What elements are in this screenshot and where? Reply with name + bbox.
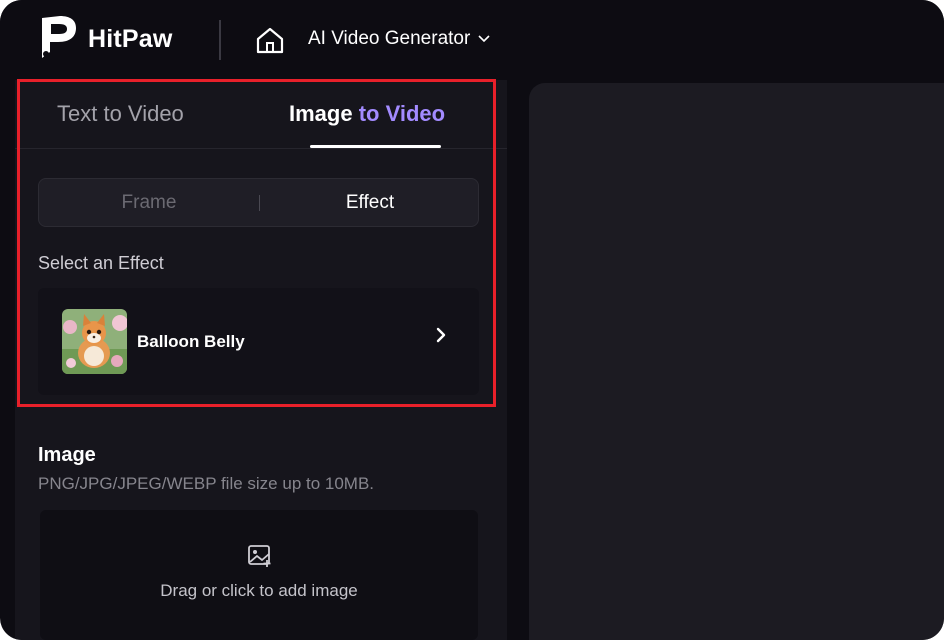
effect-selector-card[interactable]: Balloon Belly bbox=[38, 288, 479, 395]
app-selector-label: AI Video Generator bbox=[308, 28, 471, 49]
mode-effect-button[interactable]: Effect bbox=[260, 179, 480, 226]
select-effect-label: Select an Effect bbox=[38, 253, 164, 273]
tab-image-to-video-label-1: Image bbox=[289, 101, 353, 126]
image-section-title: Image bbox=[38, 444, 96, 466]
app-window: HitPaw AI Video Generator Text to Video … bbox=[0, 0, 944, 640]
mode-segmented-control: Frame Effect bbox=[38, 178, 479, 227]
top-bar: HitPaw AI Video Generator bbox=[0, 0, 944, 80]
upload-instruction: Drag or click to add image bbox=[160, 581, 358, 600]
header-divider bbox=[219, 20, 221, 60]
tab-image-to-video-label-2: to Video bbox=[358, 101, 446, 126]
brand-name: HitPaw bbox=[88, 25, 173, 53]
chevron-right-icon bbox=[436, 327, 446, 343]
mode-frame-button[interactable]: Frame bbox=[39, 179, 259, 226]
home-icon[interactable] bbox=[255, 26, 285, 54]
image-format-hint: PNG/JPG/JPEG/WEBP file size up to 10MB. bbox=[38, 474, 375, 493]
tab-text-to-video[interactable]: Text to Video bbox=[57, 101, 184, 127]
effect-name: Balloon Belly bbox=[137, 332, 245, 351]
app-selector-dropdown[interactable]: AI Video Generator bbox=[308, 28, 490, 50]
add-image-icon bbox=[248, 545, 271, 567]
preview-panel bbox=[529, 83, 944, 640]
tab-image-to-video[interactable]: Image to Video bbox=[289, 101, 445, 127]
chevron-down-icon bbox=[478, 35, 490, 43]
effect-thumbnail bbox=[62, 309, 127, 374]
hitpaw-logo-icon bbox=[42, 16, 76, 58]
image-upload-dropzone[interactable]: Drag or click to add image bbox=[40, 510, 478, 640]
tabs-divider bbox=[15, 148, 507, 149]
